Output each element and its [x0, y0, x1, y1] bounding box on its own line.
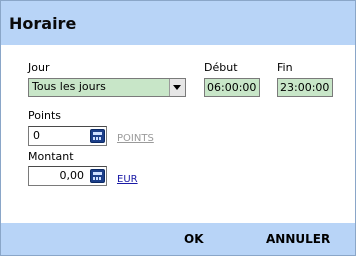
schedule-dialog: Horaire Jour Tous les jours Début 06:00:… — [0, 0, 356, 256]
ok-button[interactable]: OK — [184, 232, 204, 246]
day-label: Jour — [28, 61, 50, 74]
dialog-footer: OK ANNULER — [1, 223, 355, 255]
cancel-button[interactable]: ANNULER — [266, 232, 330, 246]
dialog-header: Horaire — [1, 1, 355, 45]
calculator-icon[interactable] — [90, 169, 105, 183]
dialog-title: Horaire — [9, 14, 77, 33]
end-time-value: 23:00:00 — [280, 81, 330, 94]
currency-link[interactable]: EUR — [117, 174, 138, 185]
start-time-value: 06:00:00 — [207, 81, 257, 94]
points-value: 0 — [33, 129, 40, 142]
chevron-down-icon[interactable] — [169, 79, 185, 96]
end-time-field[interactable]: 23:00:00 — [277, 78, 333, 97]
calculator-icon[interactable] — [90, 129, 105, 143]
end-label: Fin — [277, 61, 293, 74]
start-label: Début — [204, 61, 238, 74]
amount-value: 0,00 — [59, 169, 85, 182]
day-select-value: Tous les jours — [32, 80, 106, 93]
points-label: Points — [28, 109, 62, 122]
amount-label: Montant — [28, 150, 74, 163]
points-unit-link[interactable]: POINTS — [117, 133, 154, 144]
day-select[interactable]: Tous les jours — [28, 78, 186, 97]
start-time-field[interactable]: 06:00:00 — [204, 78, 260, 97]
